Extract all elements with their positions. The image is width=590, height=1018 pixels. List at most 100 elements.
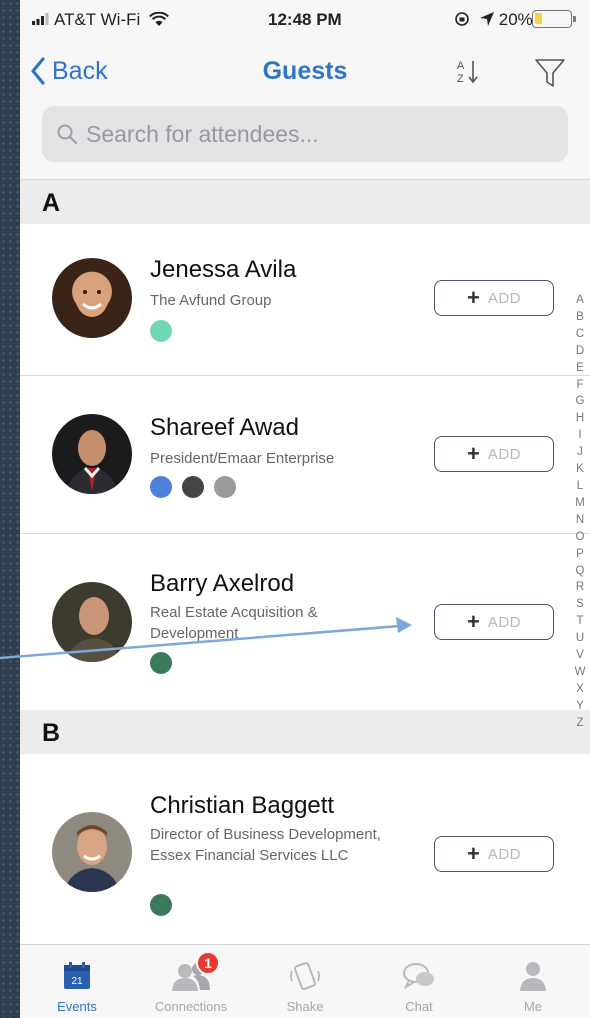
carrier-name: AT&T Wi-Fi bbox=[54, 10, 141, 29]
guest-name: Jenessa Avila bbox=[150, 256, 297, 283]
tag-dot bbox=[214, 476, 236, 498]
location-icon bbox=[479, 12, 494, 26]
guest-row[interactable]: Shareef Awad President/Emaar Enterprise … bbox=[20, 376, 590, 534]
guest-name: Christian Baggett bbox=[150, 792, 335, 819]
guest-row[interactable]: Jenessa Avila The Avfund Group + ADD bbox=[20, 224, 590, 376]
battery-percent: 20% bbox=[498, 10, 533, 29]
index-letter-c[interactable]: C bbox=[576, 326, 584, 343]
tab-me[interactable]: Me bbox=[476, 945, 590, 1018]
add-guest-button[interactable]: + ADD bbox=[434, 604, 554, 640]
signal-icon bbox=[32, 13, 49, 25]
status-time: 12:48 PM bbox=[268, 10, 342, 29]
section-header-b: B bbox=[20, 710, 590, 754]
index-letter-i[interactable]: I bbox=[578, 427, 581, 444]
tab-label: Shake bbox=[286, 999, 324, 1014]
index-letter-g[interactable]: G bbox=[576, 393, 585, 410]
guest-row[interactable]: Barry Axelrod Real Estate Acquisition & … bbox=[20, 534, 590, 710]
index-letter-e[interactable]: E bbox=[576, 360, 584, 377]
battery-level-fill bbox=[535, 13, 542, 24]
tag-dots bbox=[150, 652, 172, 674]
tab-label: Me bbox=[523, 999, 543, 1014]
guest-row[interactable]: Christian Baggett Director of Business D… bbox=[20, 754, 590, 944]
avatar bbox=[52, 812, 132, 892]
index-letter-w[interactable]: W bbox=[575, 664, 586, 681]
tag-dots bbox=[150, 476, 236, 498]
index-letter-z[interactable]: Z bbox=[576, 715, 583, 732]
index-letter-d[interactable]: D bbox=[576, 343, 584, 360]
index-letter-r[interactable]: R bbox=[576, 579, 584, 596]
calendar-day: 21 bbox=[71, 976, 83, 987]
index-letter-f[interactable]: F bbox=[576, 377, 583, 394]
add-label: ADD bbox=[487, 289, 522, 307]
guest-company: Director of Business Development, Essex … bbox=[150, 826, 381, 864]
index-letter-a[interactable]: A bbox=[576, 292, 584, 309]
index-letter-m[interactable]: M bbox=[575, 495, 585, 512]
guest-company: The Avfund Group bbox=[150, 292, 272, 309]
index-letter-t[interactable]: T bbox=[576, 613, 583, 630]
tag-dot bbox=[150, 320, 172, 342]
tag-dot bbox=[150, 652, 172, 674]
add-label: ADD bbox=[487, 845, 522, 863]
plus-icon: + bbox=[466, 285, 480, 310]
add-label: ADD bbox=[487, 445, 522, 463]
tab-label: Chat bbox=[405, 999, 433, 1014]
phone-screen: AT&T Wi-Fi 12:48 PM 20% Back Guests A Z … bbox=[20, 0, 590, 1018]
guest-company: Real Estate Acquisition & Development bbox=[150, 604, 318, 642]
avatar-portrait bbox=[66, 430, 118, 494]
alphabet-index[interactable]: ABCDEFGHIJKLMNOPQRSTUVWXYZ bbox=[570, 292, 590, 732]
avatar-portrait bbox=[64, 825, 120, 892]
tab-chat[interactable]: Chat bbox=[362, 945, 476, 1018]
svg-text:Z: Z bbox=[457, 73, 464, 85]
sort-az-icon: A Z bbox=[457, 60, 478, 85]
index-letter-y[interactable]: Y bbox=[576, 698, 584, 715]
filter-button[interactable] bbox=[530, 54, 570, 94]
svg-text:A: A bbox=[457, 60, 465, 72]
section-header-a: A bbox=[20, 180, 590, 224]
tag-dot bbox=[150, 476, 172, 498]
person-icon bbox=[513, 957, 553, 995]
search-input[interactable] bbox=[86, 106, 556, 162]
tag-dots bbox=[150, 894, 172, 916]
sort-button[interactable]: A Z bbox=[448, 52, 488, 92]
wifi-icon bbox=[149, 11, 169, 26]
navigation-bar: Back Guests A Z bbox=[20, 44, 590, 100]
guest-name: Barry Axelrod bbox=[150, 570, 295, 597]
index-letter-s[interactable]: S bbox=[576, 596, 584, 613]
tab-label: Connections bbox=[154, 999, 228, 1014]
battery-percent-label: 20% bbox=[454, 10, 533, 30]
index-letter-q[interactable]: Q bbox=[576, 563, 585, 580]
index-letter-j[interactable]: J bbox=[577, 444, 583, 461]
index-letter-n[interactable]: N bbox=[576, 512, 584, 529]
index-letter-u[interactable]: U bbox=[576, 630, 584, 647]
shake-phone-icon bbox=[285, 957, 325, 995]
tab-connections[interactable]: 1 Connections bbox=[134, 945, 248, 1018]
calendar-icon: 21 bbox=[57, 957, 97, 995]
avatar-portrait bbox=[66, 597, 120, 662]
status-bar: AT&T Wi-Fi 12:48 PM 20% bbox=[20, 0, 590, 44]
index-letter-l[interactable]: L bbox=[577, 478, 583, 495]
add-guest-button[interactable]: + ADD bbox=[434, 436, 554, 472]
back-button[interactable]: Back bbox=[30, 54, 108, 88]
plus-icon: + bbox=[466, 441, 480, 466]
index-letter-k[interactable]: K bbox=[576, 461, 584, 478]
battery-tip bbox=[573, 16, 576, 22]
tag-dot bbox=[150, 894, 172, 916]
add-guest-button[interactable]: + ADD bbox=[434, 836, 554, 872]
index-letter-h[interactable]: H bbox=[576, 410, 584, 427]
add-guest-button[interactable]: + ADD bbox=[434, 280, 554, 316]
guest-name: Shareef Awad bbox=[150, 414, 300, 441]
search-bar-container bbox=[20, 100, 590, 180]
index-letter-p[interactable]: P bbox=[576, 546, 584, 563]
index-letter-b[interactable]: B bbox=[576, 309, 584, 326]
avatar-portrait bbox=[75, 275, 109, 317]
section-letter: A bbox=[42, 189, 61, 217]
tab-label: Events bbox=[57, 999, 97, 1014]
index-letter-v[interactable]: V bbox=[576, 647, 584, 664]
tab-events[interactable]: 21 Events bbox=[20, 945, 134, 1018]
index-letter-o[interactable]: O bbox=[576, 529, 585, 546]
tab-shake[interactable]: Shake bbox=[248, 945, 362, 1018]
avatar bbox=[52, 414, 132, 494]
notification-badge: 1 bbox=[196, 951, 220, 975]
index-letter-x[interactable]: X bbox=[576, 681, 584, 698]
battery-icon bbox=[532, 10, 576, 28]
